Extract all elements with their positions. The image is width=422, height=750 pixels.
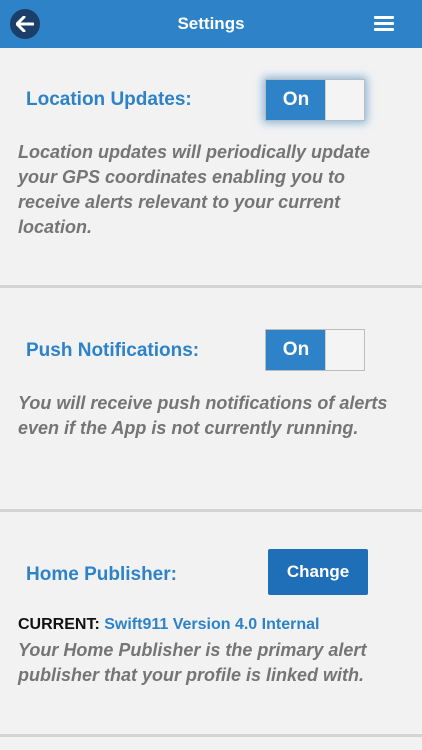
current-publisher-value: Swift911 Version 4.0 Internal: [104, 616, 320, 633]
current-label: CURRENT:: [18, 616, 100, 633]
settings-screen: Settings Location Updates: On Location u…: [0, 0, 422, 750]
toggle-knob[interactable]: [325, 80, 364, 120]
push-notifications-toggle[interactable]: On: [265, 329, 365, 371]
toggle-on-label: On: [266, 330, 326, 370]
toggle-on-label: On: [266, 80, 326, 120]
location-updates-toggle[interactable]: On: [265, 79, 365, 121]
page-title: Settings: [177, 14, 245, 33]
home-publisher-description: Your Home Publisher is the primary alert…: [18, 640, 367, 685]
menu-button[interactable]: [374, 15, 396, 33]
location-updates-section: Location Updates: On Location updates wi…: [0, 48, 422, 288]
change-publisher-button[interactable]: Change: [268, 549, 368, 595]
location-updates-title: Location Updates:: [26, 89, 192, 110]
hamburger-menu-icon: [374, 16, 394, 19]
push-notifications-section: Push Notifications: On You will receive …: [0, 288, 422, 512]
header-bar: Settings: [0, 0, 422, 48]
location-updates-description: Location updates will periodically updat…: [18, 142, 371, 237]
push-notifications-title: Push Notifications:: [26, 340, 200, 361]
home-publisher-title: Home Publisher:: [26, 564, 177, 585]
toggle-knob[interactable]: [325, 330, 364, 370]
push-notifications-description: You will receive push notifications of a…: [18, 393, 388, 438]
current-publisher-line: CURRENT: Swift911 Version 4.0 Internal: [18, 616, 319, 634]
